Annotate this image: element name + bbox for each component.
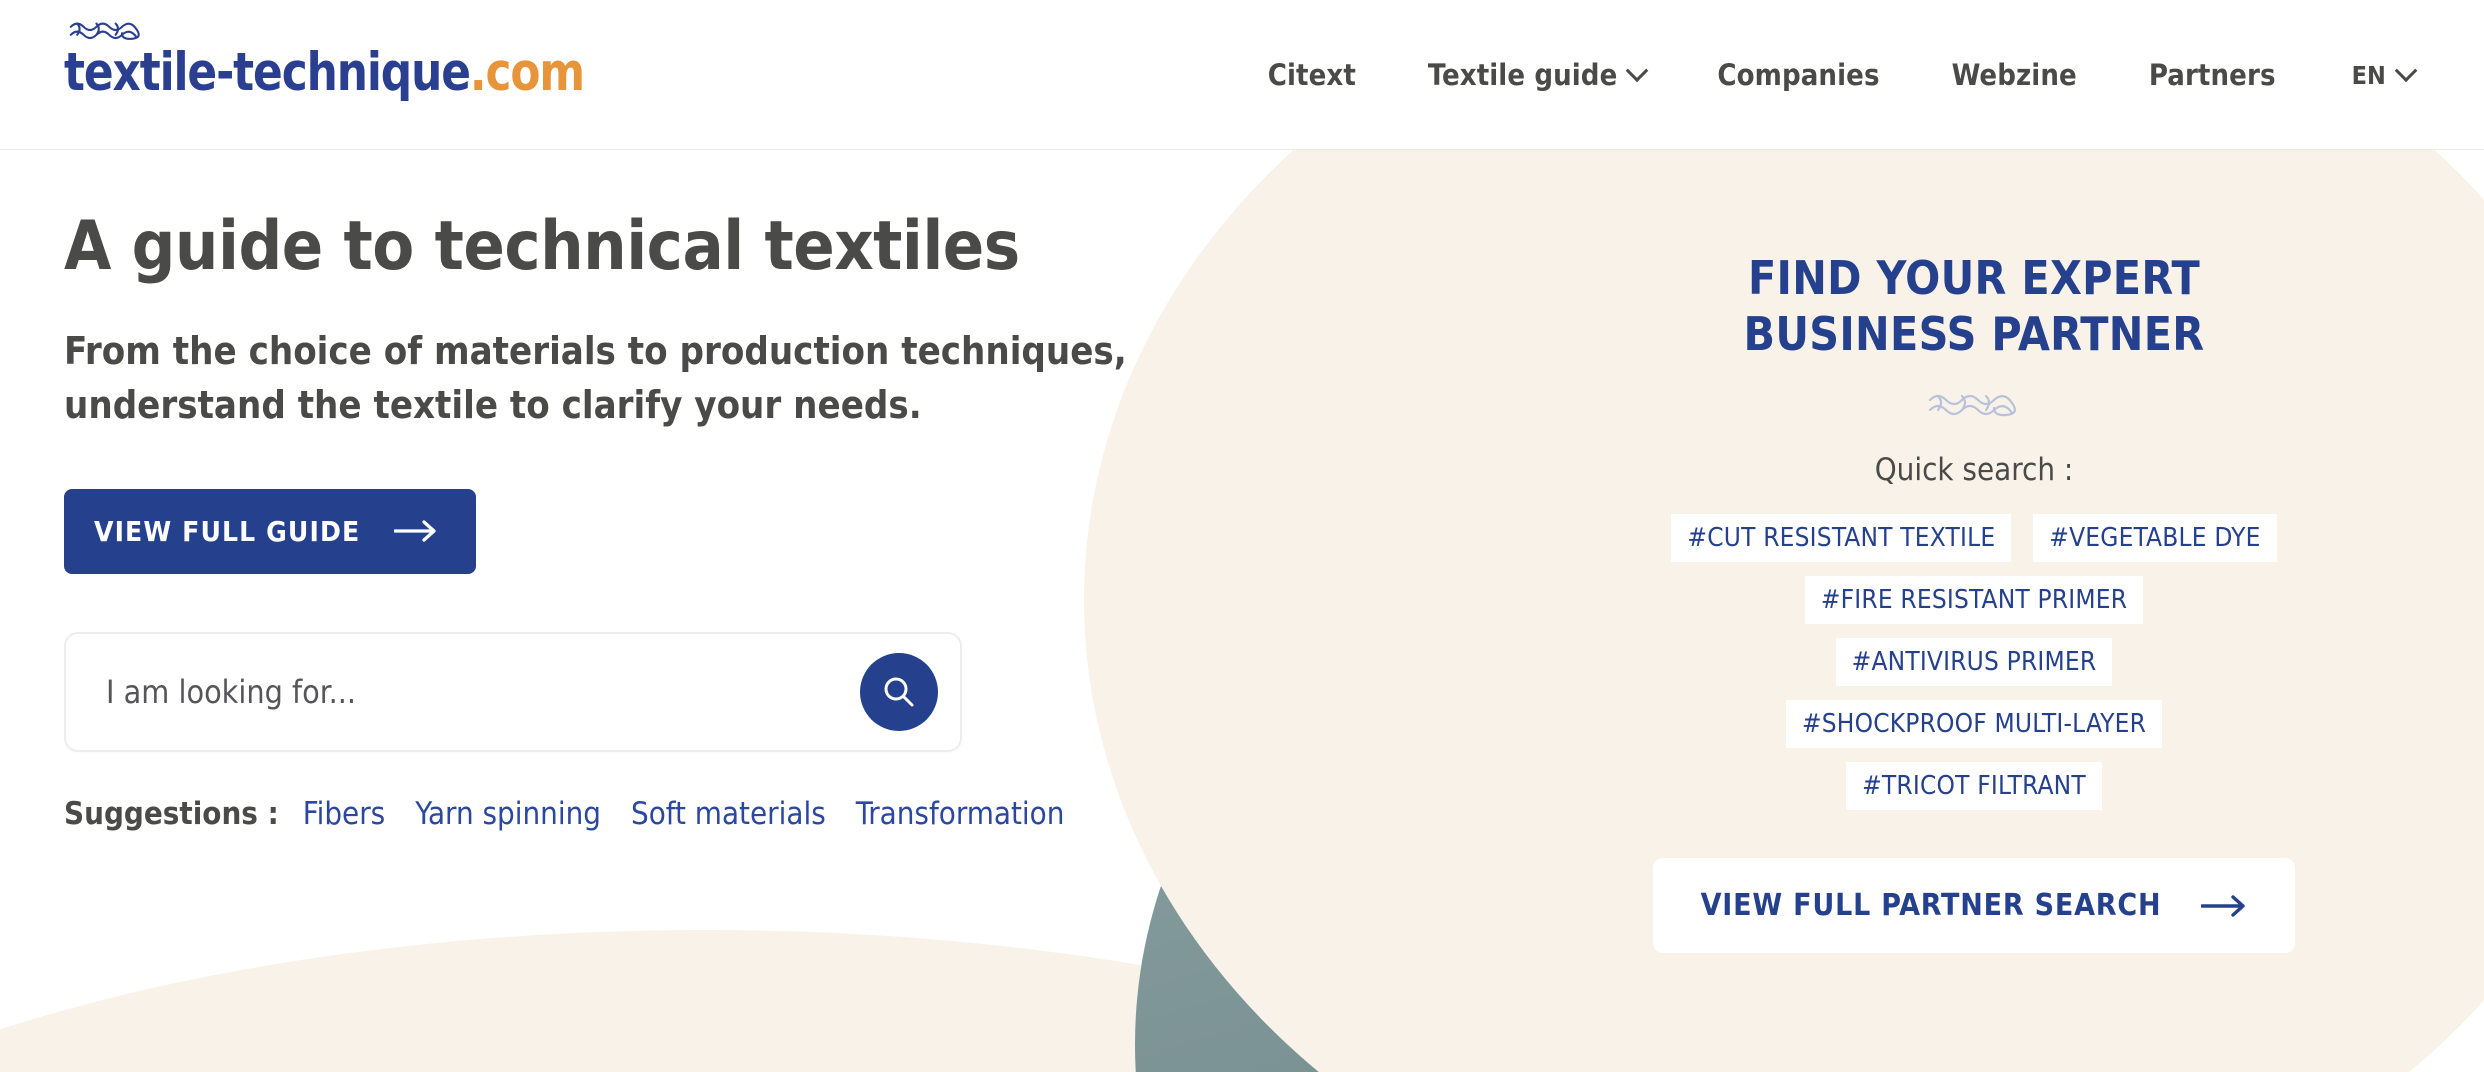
arrow-right-icon <box>394 520 436 542</box>
logo-name: textile-technique <box>64 42 471 103</box>
thread-knit-icon <box>69 22 140 40</box>
chevron-down-icon <box>1626 59 1649 83</box>
partner-panel-title: FIND YOUR EXPERT BUSINESS PARTNER <box>1744 250 2205 362</box>
tag-item[interactable]: #SHOCKPROOF MULTI-LAYER <box>1785 700 2163 749</box>
nav-label: Citext <box>1267 58 1356 92</box>
search-input[interactable] <box>106 633 860 750</box>
suggestions-label: Suggestions : <box>64 795 279 832</box>
nav-label: Textile guide <box>1427 58 1618 92</box>
site-header: textile-technique.com Citext Textile gui… <box>0 0 2484 150</box>
quick-search-label: Quick search : <box>1874 452 2074 489</box>
chevron-down-icon <box>2394 59 2418 83</box>
nav-item-textile-guide[interactable]: Textile guide <box>1392 58 1681 92</box>
partner-cta-label: VIEW FULL PARTNER SEARCH <box>1700 888 2162 924</box>
partner-title-line2: BUSINESS PARTNER <box>1743 307 2205 362</box>
nav-item-citext[interactable]: Citext <box>1232 58 1392 92</box>
language-label: EN <box>2351 60 2386 90</box>
nav-label: Companies <box>1717 58 1880 92</box>
tag-item[interactable]: #TRICOT FILTRANT <box>1846 762 2102 811</box>
site-logo-text: textile-technique.com <box>64 46 585 99</box>
partner-panel: FIND YOUR EXPERT BUSINESS PARTNER Quick … <box>1464 150 2484 954</box>
thread-knit-icon <box>1928 395 2016 417</box>
nav-item-companies[interactable]: Companies <box>1681 58 1915 92</box>
search-suggestions: Suggestions : Fibers Yarn spinning Soft … <box>64 796 1164 832</box>
nav-item-webzine[interactable]: Webzine <box>1916 58 2113 92</box>
hero-subtitle-line2: understand the textile to clarify your n… <box>64 382 922 427</box>
site-logo[interactable]: textile-technique.com <box>64 16 629 99</box>
suggestion-link[interactable]: Yarn spinning <box>415 796 601 832</box>
arrow-right-icon <box>2201 895 2246 917</box>
page-title: A guide to technical textiles <box>64 207 1020 286</box>
search-icon <box>884 677 914 707</box>
nav-label: Partners <box>2148 58 2276 92</box>
hero-subtitle: From the choice of materials to producti… <box>64 325 1164 433</box>
nav-label: Webzine <box>1951 58 2077 92</box>
suggestion-link[interactable]: Soft materials <box>631 796 826 832</box>
tag-item[interactable]: #VEGETABLE DYE <box>2033 514 2277 563</box>
hero-content: A guide to technical textiles From the c… <box>64 150 1164 832</box>
search-submit-button[interactable] <box>860 652 938 731</box>
guide-cta-label: VIEW FULL GUIDE <box>94 514 361 548</box>
suggestion-link[interactable]: Transformation <box>856 796 1065 832</box>
view-full-guide-button[interactable]: VIEW FULL GUIDE <box>64 488 477 574</box>
view-full-partner-search-button[interactable]: VIEW FULL PARTNER SEARCH <box>1652 858 2296 954</box>
logo-suffix: .com <box>469 42 585 103</box>
tag-item[interactable]: #CUT RESISTANT TEXTILE <box>1671 514 2012 563</box>
partner-title-line1: FIND YOUR EXPERT <box>1747 251 2201 305</box>
hero-subtitle-line1: From the choice of materials to producti… <box>64 328 1127 373</box>
main-navigation: Citext Textile guide Companies Webzine P… <box>1232 0 2424 150</box>
quick-search-tags: #CUT RESISTANT TEXTILE #VEGETABLE DYE #F… <box>1664 514 2284 811</box>
nav-item-partners[interactable]: Partners <box>2113 58 2312 92</box>
tag-item[interactable]: #FIRE RESISTANT PRIMER <box>1804 576 2144 625</box>
suggestion-link[interactable]: Fibers <box>303 796 385 832</box>
language-selector[interactable]: EN <box>2312 59 2424 90</box>
site-search-bar[interactable] <box>64 631 962 752</box>
tag-item[interactable]: #ANTIVIRUS PRIMER <box>1835 638 2113 687</box>
homepage-root: FIND YOUR EXPERT BUSINESS PARTNER Quick … <box>0 0 2484 1072</box>
